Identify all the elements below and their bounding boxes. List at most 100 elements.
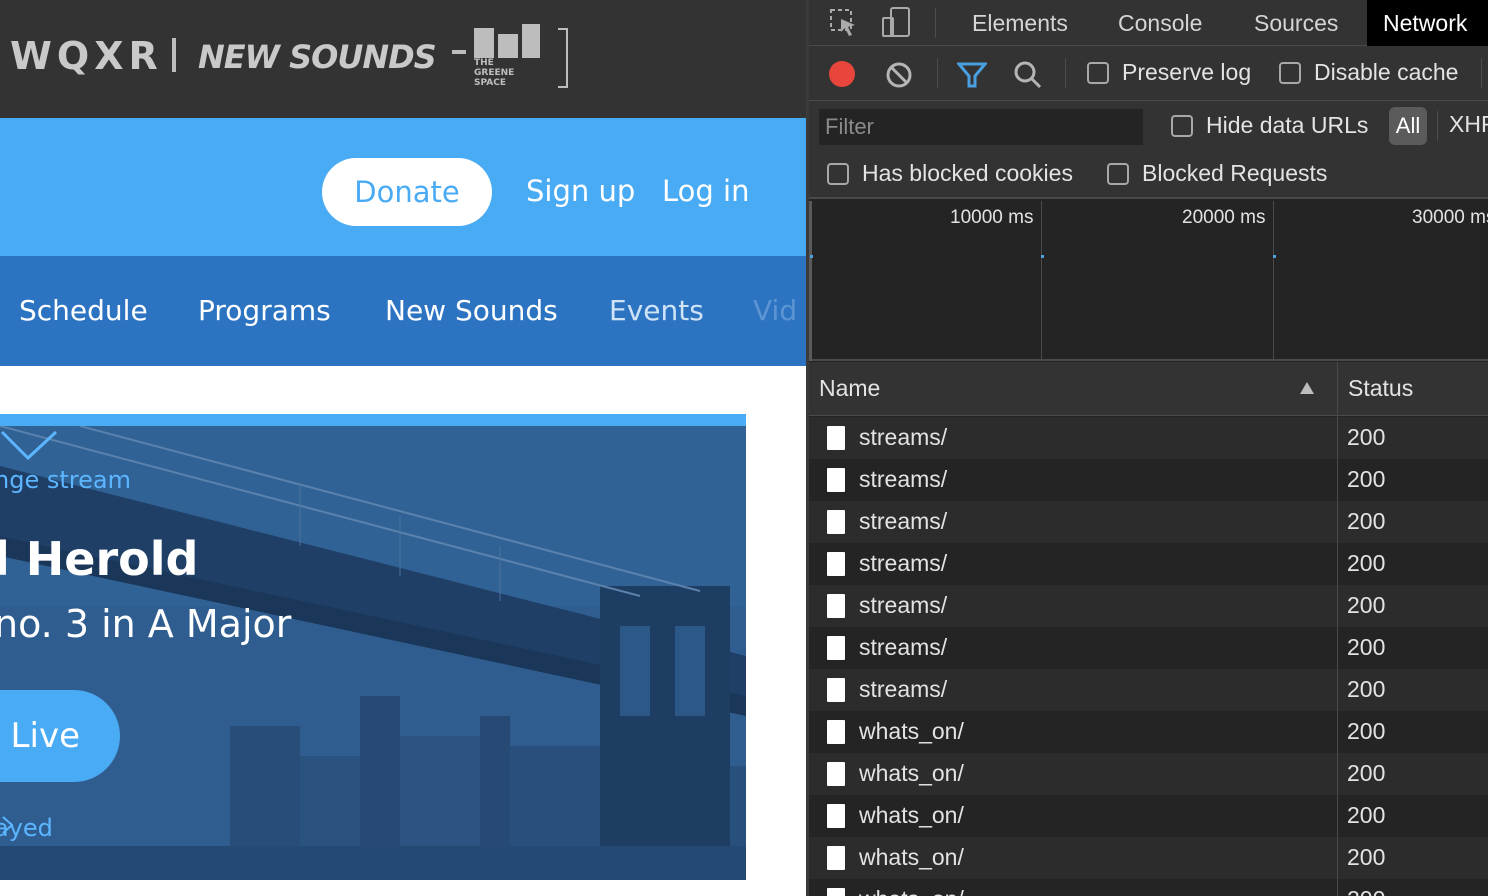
logo-bar xyxy=(522,24,540,58)
change-stream-link[interactable]: nge stream xyxy=(0,466,131,494)
request-name: whats_on/ xyxy=(859,844,964,870)
has-blocked-cookies-checkbox[interactable] xyxy=(827,163,849,185)
preserve-log-label: Preserve log xyxy=(1122,59,1252,85)
document-icon xyxy=(827,762,845,786)
main-nav: Schedule Programs New Sounds Events Vid xyxy=(0,256,806,366)
request-status: 200 xyxy=(1347,592,1386,618)
column-header-name-label: Name xyxy=(819,375,881,401)
table-row[interactable]: whats_on/200 xyxy=(809,753,1488,795)
timeline-request-mark xyxy=(1041,255,1044,258)
network-toolbar: Preserve log Disable cache xyxy=(809,46,1488,101)
hero-player: nge stream l Herold no. 3 in A Major n L… xyxy=(0,426,746,880)
device-toolbar-icon[interactable] xyxy=(881,6,913,38)
filter-row: Hide data URLs All XHR xyxy=(809,101,1488,151)
table-row[interactable]: streams/200 xyxy=(809,585,1488,627)
column-header-name[interactable]: Name xyxy=(809,362,1337,416)
table-row[interactable]: streams/200 xyxy=(809,543,1488,585)
table-row[interactable]: streams/200 xyxy=(809,669,1488,711)
nav-schedule[interactable]: Schedule xyxy=(19,294,148,327)
nav-new-sounds[interactable]: New Sounds xyxy=(385,294,558,327)
table-row[interactable]: streams/200 xyxy=(809,417,1488,459)
timeline-handle[interactable] xyxy=(809,201,812,361)
request-name: streams/ xyxy=(859,550,948,576)
blocked-requests-label: Blocked Requests xyxy=(1142,160,1328,186)
logo-bracket xyxy=(558,28,568,88)
greene-space-wordmark: THE GREENE SPACE xyxy=(474,58,515,88)
table-row[interactable]: streams/200 xyxy=(809,501,1488,543)
request-status: 200 xyxy=(1347,508,1386,534)
chevron-right-icon xyxy=(2,816,14,834)
log-in-link[interactable]: Log in xyxy=(662,174,749,208)
filter-input[interactable] xyxy=(819,109,1143,145)
request-name: streams/ xyxy=(859,508,948,534)
column-divider xyxy=(1337,362,1338,896)
request-status: 200 xyxy=(1347,676,1386,702)
request-status: 200 xyxy=(1347,760,1386,786)
document-icon xyxy=(827,720,845,744)
document-icon xyxy=(827,552,845,576)
hide-data-urls-label: Hide data URLs xyxy=(1206,112,1369,138)
tab-sources[interactable]: Sources xyxy=(1238,0,1354,46)
brand-bar: WQXR NEW SOUNDS THE GREENE SPACE xyxy=(0,0,806,118)
table-row[interactable]: whats_on/200 xyxy=(809,711,1488,753)
request-status: 200 xyxy=(1347,634,1386,660)
hide-data-urls-checkbox[interactable] xyxy=(1171,115,1193,137)
timeline-gridline xyxy=(1041,201,1042,361)
sign-up-link[interactable]: Sign up xyxy=(526,174,635,208)
disable-cache-checkbox[interactable] xyxy=(1279,62,1301,84)
record-icon[interactable] xyxy=(827,59,857,89)
toolbar-divider xyxy=(937,58,938,88)
nav-programs[interactable]: Programs xyxy=(198,294,331,327)
nav-videos[interactable]: Vid xyxy=(753,294,797,327)
preserve-log-checkbox[interactable] xyxy=(1087,62,1109,84)
request-status: 200 xyxy=(1347,886,1385,896)
toolbar-divider xyxy=(1437,111,1438,141)
bridge-background-image xyxy=(0,426,746,880)
table-row[interactable]: streams/200 xyxy=(809,627,1488,669)
request-name: streams/ xyxy=(859,592,948,618)
timeline-tick: 20000 ms xyxy=(1182,207,1266,228)
funnel-icon[interactable] xyxy=(957,61,987,89)
inspect-element-icon[interactable] xyxy=(829,8,859,38)
column-header-status[interactable]: Status xyxy=(1338,362,1488,416)
filter-xhr-button[interactable]: XHR xyxy=(1449,111,1488,138)
greene-space-logo[interactable]: THE GREENE SPACE xyxy=(452,22,572,90)
account-bar: Donate Sign up Log in xyxy=(0,118,806,256)
website-viewport: WQXR NEW SOUNDS THE GREENE SPACE Donate … xyxy=(0,0,806,896)
devtools-panel: Elements Console Sources Network Preserv… xyxy=(806,0,1488,896)
timeline-gridline xyxy=(1273,201,1274,361)
new-sounds-logo[interactable]: NEW SOUNDS xyxy=(198,38,437,76)
now-playing-piece: no. 3 in A Major xyxy=(0,602,292,646)
tab-console[interactable]: Console xyxy=(1102,0,1218,46)
request-status: 200 xyxy=(1347,466,1386,492)
blocked-requests-checkbox[interactable] xyxy=(1107,163,1129,185)
timeline-tick: 10000 ms xyxy=(950,207,1034,228)
table-row[interactable]: whats_on/200 xyxy=(809,795,1488,837)
request-status: 200 xyxy=(1347,550,1386,576)
wqxr-logo[interactable]: WQXR xyxy=(10,34,163,78)
table-row[interactable]: whats_on/200 xyxy=(809,837,1488,879)
document-icon xyxy=(827,636,845,660)
timeline-request-mark xyxy=(1273,255,1276,258)
tab-elements[interactable]: Elements xyxy=(956,0,1084,46)
logo-separator xyxy=(172,38,176,72)
recently-played-link[interactable]: ayed xyxy=(0,814,53,842)
donate-button[interactable]: Donate xyxy=(322,158,492,226)
network-overview-timeline[interactable]: 10000 ms 20000 ms 30000 ms xyxy=(809,201,1488,361)
request-name: streams/ xyxy=(859,676,948,702)
toolbar-divider xyxy=(1065,58,1066,88)
listen-live-button[interactable]: n Live xyxy=(0,690,120,782)
chevron-down-icon[interactable] xyxy=(0,426,60,466)
table-row[interactable]: streams/200 xyxy=(809,459,1488,501)
request-status: 200 xyxy=(1347,844,1386,870)
request-name: whats_on/ xyxy=(859,886,964,896)
devtools-tab-bar: Elements Console Sources Network xyxy=(809,0,1488,46)
request-name: streams/ xyxy=(859,634,948,660)
search-icon[interactable] xyxy=(1013,60,1043,90)
blocked-filter-row: Has blocked cookies Blocked Requests xyxy=(809,151,1488,199)
nav-events[interactable]: Events xyxy=(609,294,704,327)
filter-all-button[interactable]: All xyxy=(1389,107,1427,145)
tab-network[interactable]: Network xyxy=(1367,0,1488,46)
clear-icon[interactable] xyxy=(885,61,913,89)
table-row[interactable]: whats_on/200 xyxy=(809,879,1488,896)
